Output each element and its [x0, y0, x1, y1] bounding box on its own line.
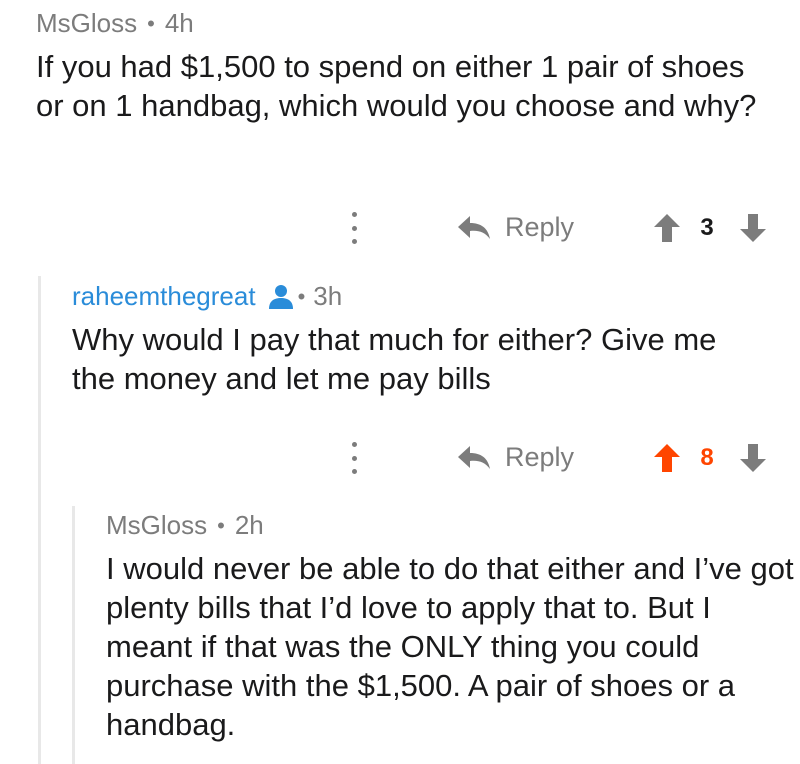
- comment-msgloss-2: MsGloss • 2h I would never be able to do…: [106, 510, 796, 744]
- more-options-icon[interactable]: [350, 212, 358, 244]
- thread-line-level-2: [72, 506, 75, 764]
- comment-timestamp: 4h: [164, 8, 194, 38]
- reply-button[interactable]: Reply: [457, 212, 574, 243]
- reply-label: Reply: [505, 442, 575, 472]
- comment-author[interactable]: raheemthegreat: [72, 281, 256, 312]
- reply-button[interactable]: Reply: [457, 442, 574, 473]
- thread-line-level-1: [38, 276, 41, 764]
- reply-arrow-icon: [458, 445, 490, 469]
- comment-timestamp: 2h: [234, 510, 264, 540]
- comment-body: Why would I pay that much for either? Gi…: [72, 322, 717, 396]
- vote-score: 8: [700, 444, 714, 471]
- more-options-icon[interactable]: [350, 442, 358, 474]
- comment-meta: MsGloss • 2h: [106, 510, 796, 541]
- comment-actions-1: Reply 3: [0, 206, 800, 250]
- comment-actions-2: Reply 8: [0, 436, 800, 480]
- comment-author[interactable]: MsGloss: [36, 8, 137, 39]
- downvote-arrow-icon[interactable]: [740, 444, 766, 472]
- reply-arrow-icon: [458, 215, 490, 239]
- meta-separator: •: [147, 10, 155, 36]
- vote-score: 3: [700, 214, 714, 241]
- comment-meta: raheemthegreat • 3h: [72, 281, 772, 312]
- meta-separator: •: [217, 512, 225, 538]
- comment-raheemthegreat: raheemthegreat • 3h Why would I pay that…: [72, 281, 772, 398]
- comment-author[interactable]: MsGloss: [106, 510, 207, 541]
- comment-msgloss-1: MsGloss • 4h If you had $1,500 to spend …: [36, 8, 776, 125]
- reply-label: Reply: [505, 212, 575, 242]
- user-icon: [268, 284, 293, 309]
- comment-body: If you had $1,500 to spend on either 1 p…: [36, 49, 757, 123]
- downvote-arrow-icon[interactable]: [740, 214, 766, 242]
- upvote-arrow-icon[interactable]: [654, 444, 680, 472]
- meta-separator: •: [297, 283, 306, 309]
- comment-body: I would never be able to do that either …: [106, 551, 794, 742]
- upvote-arrow-icon[interactable]: [654, 214, 680, 242]
- comment-meta: MsGloss • 4h: [36, 8, 776, 39]
- comment-timestamp: 3h: [313, 281, 343, 311]
